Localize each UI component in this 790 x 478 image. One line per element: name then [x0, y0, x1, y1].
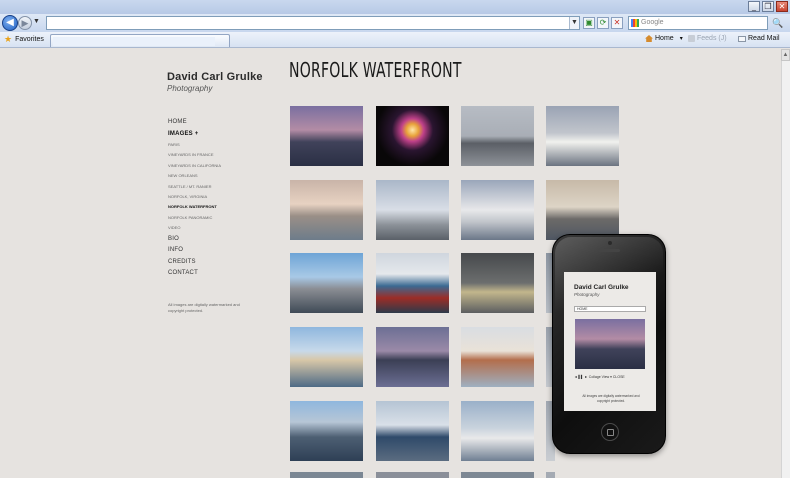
menu-norfolk-panoramic[interactable]: NORFOLK PANORAMIC [168, 213, 221, 223]
phone-site-title[interactable]: David Carl Grulke [574, 284, 629, 291]
copyright-note: All images are digitally watermarked and… [168, 302, 240, 313]
phone-copyright-note: All images are digitally watermarked and… [582, 394, 640, 403]
thumbnail-battleship-night[interactable] [290, 106, 363, 166]
read-mail-label: Read Mail [748, 35, 780, 42]
minimize-button[interactable]: _ [748, 1, 760, 12]
star-icon: ★ [4, 34, 13, 44]
menu-home[interactable]: HOME [168, 117, 221, 129]
menu-norfolk-virginia[interactable]: NORFOLK, VIRGINIA [168, 192, 221, 202]
home-label: Home [655, 35, 674, 42]
phone-screen: David Carl Grulke Photography HOME ◄ ▌▌ … [564, 272, 656, 411]
menu-images[interactable]: IMAGES + [168, 129, 221, 141]
favorites-label: Favorites [15, 36, 44, 43]
menu-vineyards-california[interactable]: VINEYARDS IN CALIFORNIA [168, 161, 221, 171]
menu-new-orleans[interactable]: NEW ORLEANS [168, 171, 221, 181]
back-button[interactable]: ◀ [2, 15, 18, 31]
thumbnail-storm-waterfront[interactable] [461, 253, 534, 313]
thumbnail-row6-1[interactable] [290, 472, 363, 478]
thumbnail-row6-3[interactable] [461, 472, 534, 478]
phone-mockup: David Carl Grulke Photography HOME ◄ ▌▌ … [552, 234, 666, 454]
phone-site-subtitle: Photography [574, 292, 600, 297]
address-bar[interactable]: ▼ [46, 16, 580, 30]
feeds-icon [688, 35, 695, 42]
thumbnail-tug-city[interactable] [290, 401, 363, 461]
feeds-command[interactable]: Feeds (J) [688, 35, 727, 42]
scroll-up-arrow[interactable]: ▲ [781, 49, 790, 61]
window-titlebar: _ ❐ ✕ [0, 0, 790, 14]
window-controls: _ ❐ ✕ [748, 1, 788, 12]
thumbnail-cruise-ship-dock[interactable] [461, 401, 534, 461]
home-command[interactable]: Home ▾ [645, 35, 683, 42]
home-square-icon [607, 429, 614, 436]
page-heading: NORFOLK WATERFRONT [289, 58, 462, 82]
thumbnail-marina-buildings[interactable] [461, 327, 534, 387]
home-dropdown-icon[interactable]: ▾ [680, 35, 683, 42]
search-placeholder: Google [641, 19, 664, 26]
phone-home-button[interactable] [601, 423, 619, 441]
thumbnail-battleship-day[interactable] [290, 253, 363, 313]
phone-featured-image[interactable] [575, 319, 645, 369]
menu-video[interactable]: VIDEO [168, 223, 221, 233]
navigation-bar: ◀ ▶ ▼ ▼ ▣ ⟳ ✕ Google 🔍 [0, 14, 790, 32]
thumbnail-tugboat-red[interactable] [376, 253, 449, 313]
thumbnail-harbor-buildings[interactable] [290, 180, 363, 240]
menu-credits[interactable]: CREDITS [168, 257, 221, 269]
phone-slideshow-controls[interactable]: ◄ ▌▌ ► Collage View ▾ CLOSE [574, 375, 648, 381]
site-subtitle: Photography [167, 84, 213, 93]
google-logo-icon [631, 19, 639, 27]
mail-icon [738, 35, 746, 42]
favorites-button[interactable]: ★ Favorites [4, 34, 44, 45]
thumbnail-row6-4[interactable] [546, 472, 555, 478]
thumbnail-tugboat-dusk[interactable] [546, 180, 619, 240]
menu-contact[interactable]: CONTACT [168, 268, 221, 280]
refresh-icon[interactable]: ⟳ [597, 17, 609, 29]
menu-vineyards-france[interactable]: VINEYARDS IN FRANCE [168, 150, 221, 160]
maximize-button[interactable]: ❐ [762, 1, 774, 12]
read-mail-command[interactable]: Read Mail [738, 35, 780, 42]
thumbnail-tall-ship-masts[interactable] [376, 180, 449, 240]
forward-button[interactable]: ▶ [18, 16, 32, 30]
compatibility-icon[interactable]: ▣ [583, 17, 595, 29]
tab-title-area [53, 37, 215, 46]
stop-icon[interactable]: ✕ [611, 17, 623, 29]
menu-norfolk-waterfront[interactable]: NORFOLK WATERFRONT [168, 202, 221, 212]
browser-tab[interactable] [50, 34, 230, 47]
menu-bio[interactable]: BIO [168, 234, 221, 246]
favorites-bar: ★ Favorites Home ▾ Feeds (J) Read Mail [0, 32, 790, 48]
site-menu: HOME IMAGES + PARIS VINEYARDS IN FRANCE … [168, 117, 221, 280]
site-title[interactable]: David Carl Grulke [167, 71, 263, 83]
home-icon [645, 35, 653, 42]
menu-info[interactable]: INFO [168, 245, 221, 257]
close-button[interactable]: ✕ [776, 1, 788, 12]
address-dropdown-icon[interactable]: ▼ [569, 17, 579, 29]
phone-nav-select[interactable]: HOME [574, 306, 646, 312]
camera-icon [608, 241, 612, 245]
search-icon[interactable]: 🔍 [771, 17, 785, 29]
vertical-scrollbar[interactable] [781, 49, 790, 478]
thumbnail-cruise-ship[interactable] [461, 180, 534, 240]
thumbnail-city-reflection[interactable] [290, 327, 363, 387]
thumbnail-tug-crane[interactable] [376, 401, 449, 461]
thumbnail-row6-2[interactable] [376, 472, 449, 478]
history-dropdown-icon[interactable]: ▼ [33, 18, 40, 25]
search-input[interactable]: Google [628, 16, 768, 30]
menu-seattle[interactable]: SEATTLE / MT. RANIER [168, 182, 221, 192]
thumbnail-fireworks[interactable] [376, 106, 449, 166]
speaker-grille [598, 249, 620, 252]
feeds-label: Feeds (J) [697, 35, 727, 42]
thumbnail-tugboat-skyline[interactable] [461, 106, 534, 166]
menu-paris[interactable]: PARIS [168, 140, 221, 150]
thumbnail-battleship-reflection[interactable] [376, 327, 449, 387]
thumbnail-ferry-boat[interactable] [546, 106, 619, 166]
